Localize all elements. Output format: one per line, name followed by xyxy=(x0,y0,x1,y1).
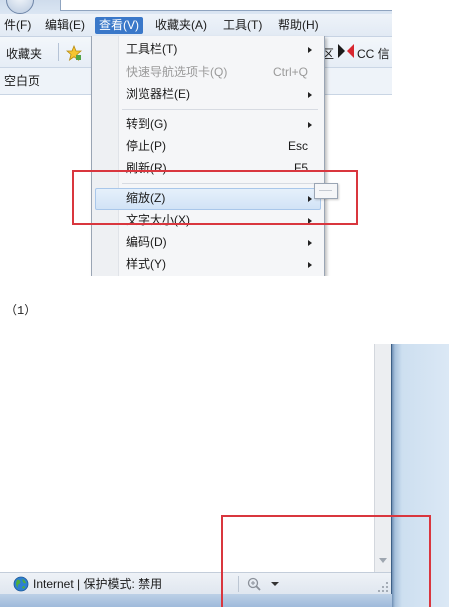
menu-item-quick-tabs[interactable]: 快速导航选项卡(Q) Ctrl+Q xyxy=(126,62,322,83)
menu-help[interactable]: 帮助(H) xyxy=(274,17,323,34)
toolbar-separator xyxy=(58,43,59,61)
menu-separator xyxy=(122,109,318,110)
menu-item-explorer-bars[interactable]: 浏览器栏(E) xyxy=(126,84,322,105)
menu-item-encoding[interactable]: 编码(D) xyxy=(126,232,322,253)
title-bar xyxy=(0,0,392,14)
address-bar[interactable] xyxy=(60,0,392,11)
menu-tools[interactable]: 工具(T) xyxy=(219,17,266,34)
cc-logo-icon[interactable] xyxy=(338,44,354,58)
menu-view[interactable]: 查看(V) xyxy=(95,17,143,34)
security-zone-text[interactable]: Internet | 保护模式: 禁用 xyxy=(33,576,162,592)
annotation-highlight-box xyxy=(72,170,358,225)
internet-globe-icon xyxy=(13,576,29,592)
submenu-arrow-icon xyxy=(308,240,312,246)
back-button[interactable] xyxy=(6,0,34,14)
submenu-arrow-icon xyxy=(308,122,312,128)
favorites-button[interactable]: 收藏夹 xyxy=(6,45,42,62)
submenu-arrow-icon xyxy=(308,47,312,53)
annotation-highlight-box xyxy=(221,515,431,607)
tab-blank-page[interactable]: 空白页 xyxy=(0,72,40,90)
menu-item-go-to[interactable]: 转到(G) xyxy=(126,114,322,135)
submenu-arrow-icon xyxy=(308,92,312,98)
submenu-arrow-icon xyxy=(308,262,312,268)
menu-item-stop[interactable]: 停止(P) Esc xyxy=(126,136,322,157)
menu-item-style[interactable]: 样式(Y) xyxy=(126,254,322,275)
menu-icon-gutter xyxy=(92,36,119,276)
add-favorite-star-icon[interactable] xyxy=(66,45,82,61)
menu-edit[interactable]: 编辑(E) xyxy=(41,17,89,34)
view-menu-dropdown: 工具栏(T) 快速导航选项卡(Q) Ctrl+Q 浏览器栏(E) 转到(G) 停… xyxy=(91,36,325,276)
figure-caption: （1） xyxy=(5,304,37,318)
menu-item-toolbars[interactable]: 工具栏(T) xyxy=(126,39,322,60)
menu-file[interactable]: 件(F) xyxy=(0,17,35,34)
ie-statusbar-screenshot: Internet | 保护模式: 禁用 xyxy=(0,344,449,607)
menu-bar: 件(F) 编辑(E) 查看(V) 收藏夹(A) 工具(T) 帮助(H) xyxy=(0,14,392,37)
toolbar-link-cc[interactable]: CC 信 xyxy=(357,45,390,62)
menu-favorites[interactable]: 收藏夹(A) xyxy=(151,17,211,34)
ie-view-menu-screenshot: 件(F) 编辑(E) 查看(V) 收藏夹(A) 工具(T) 帮助(H) 收藏夹 … xyxy=(0,0,392,276)
